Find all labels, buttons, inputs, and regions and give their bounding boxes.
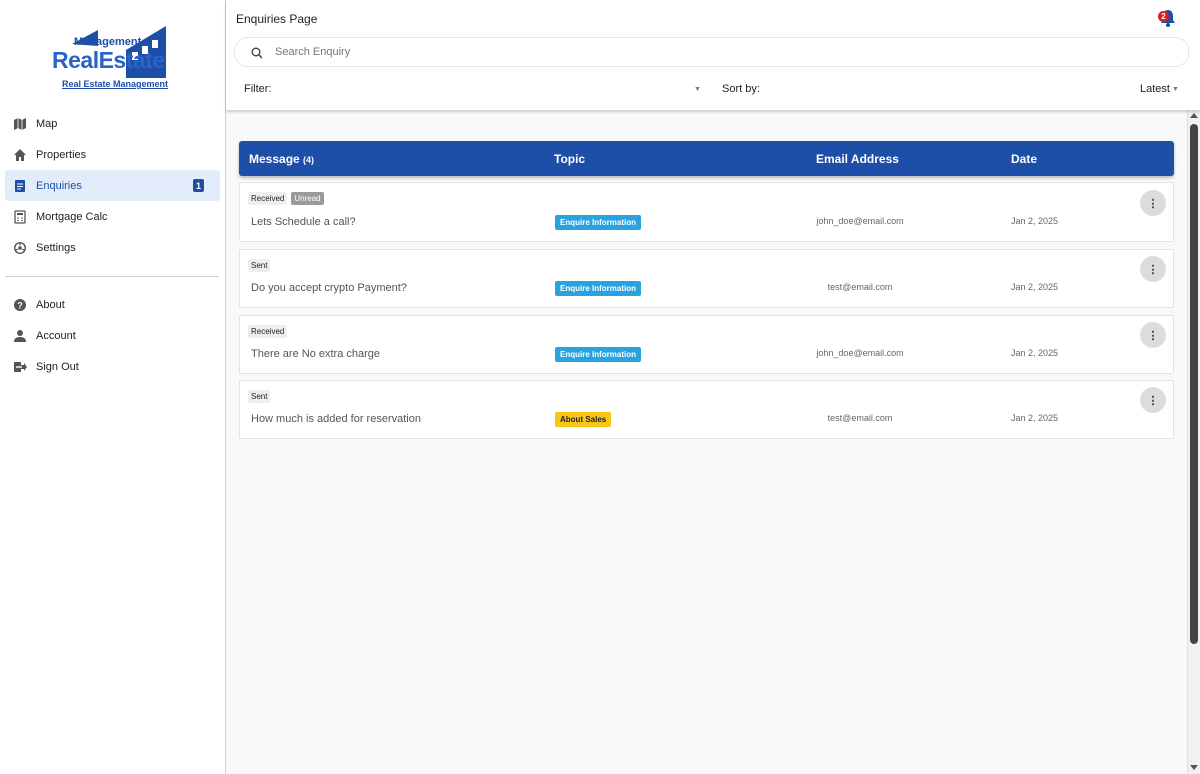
row-date: Jan 2, 2025: [1011, 413, 1059, 423]
status-badge: Sent: [248, 259, 271, 272]
column-header-topic: Topic: [554, 152, 586, 166]
filter-dropdown-caret-icon[interactable]: ▼: [694, 86, 701, 93]
vertical-scrollbar[interactable]: [1187, 110, 1200, 774]
calculator-icon: [13, 209, 27, 224]
row-tags: Received: [248, 325, 288, 338]
status-badge: Received: [248, 192, 288, 205]
search-input[interactable]: [275, 46, 875, 58]
row-date: Jan 2, 2025: [1011, 282, 1059, 292]
sidebar-item-label: Account: [36, 329, 76, 342]
more-options-icon[interactable]: ⋮: [1140, 322, 1166, 348]
sidebar-divider: [5, 276, 219, 277]
topic-badge: Enquire Information: [555, 347, 641, 362]
filter-label: Filter:: [244, 83, 272, 95]
document-icon: [13, 179, 27, 193]
row-message: Lets Schedule a call?: [251, 216, 356, 228]
more-options-icon[interactable]: ⋮: [1140, 190, 1166, 216]
sidebar-item-label: Properties: [36, 148, 87, 161]
enquiries-count-badge: 1: [193, 179, 204, 192]
sidebar: Management RealEstate Real Estate Manage…: [0, 0, 226, 774]
sidebar-item-label: Enquiries: [36, 179, 82, 192]
search-bar: [234, 37, 1189, 67]
sort-label: Sort by:: [722, 83, 760, 95]
row-email: test@email.com: [827, 282, 893, 292]
table-row[interactable]: Received There are No extra charge Enqui…: [239, 315, 1174, 374]
table-row[interactable]: Sent How much is added for reservation A…: [239, 380, 1174, 439]
topic-badge: Enquire Information: [555, 215, 641, 230]
topic-badge: Enquire Information: [555, 281, 641, 296]
sidebar-item-sign-out[interactable]: Sign Out: [5, 351, 220, 382]
row-date: Jan 2, 2025: [1011, 216, 1059, 226]
sidebar-item-about[interactable]: ? About: [5, 289, 220, 320]
scroll-up-arrow-icon[interactable]: [1190, 113, 1198, 118]
logo-main-text: RealEstate: [52, 47, 165, 73]
sort-dropdown-caret-icon[interactable]: ▼: [1172, 86, 1179, 93]
sidebar-item-mortgage-calc[interactable]: Mortgage Calc: [5, 201, 220, 232]
status-badge: Received: [248, 325, 288, 338]
sidebar-item-label: Sign Out: [36, 360, 79, 373]
status-badge: Sent: [248, 390, 271, 403]
row-message: There are No extra charge: [251, 348, 381, 360]
svg-text:?: ?: [17, 300, 23, 310]
row-tags: Received Unread: [248, 192, 324, 205]
row-message: Do you accept crypto Payment?: [251, 282, 407, 294]
row-message: How much is added for reservation: [251, 413, 421, 425]
unread-badge: Unread: [291, 192, 324, 205]
table-row[interactable]: Sent Do you accept crypto Payment? Enqui…: [239, 249, 1174, 308]
sidebar-item-label: Mortgage Calc: [36, 210, 108, 223]
logo[interactable]: Management RealEstate Real Estate Manage…: [48, 22, 184, 92]
notification-count-badge: 2: [1158, 11, 1169, 22]
person-icon: [13, 329, 27, 343]
page-title: Enquiries Page: [236, 12, 318, 26]
settings-icon: [13, 241, 27, 255]
sign-out-icon: [13, 360, 27, 374]
sidebar-main-nav: Map Properties Enquiries 1 Mortgage Calc: [5, 108, 220, 263]
logo-subtitle[interactable]: Real Estate Management: [62, 79, 168, 89]
sidebar-item-account[interactable]: Account: [5, 320, 220, 351]
row-email: john_doe@email.com: [816, 348, 904, 358]
sidebar-item-enquiries[interactable]: Enquiries 1: [5, 170, 220, 201]
sidebar-item-settings[interactable]: Settings: [5, 232, 220, 263]
sidebar-bottom-nav: ? About Account Sign Out: [5, 289, 220, 382]
row-tags: Sent: [248, 259, 271, 272]
row-email: john_doe@email.com: [816, 216, 904, 226]
help-icon: ?: [13, 298, 27, 312]
table-header: Message (4) Topic Email Address Date: [239, 141, 1174, 176]
search-icon: [251, 46, 263, 59]
sidebar-item-label: Settings: [36, 241, 76, 254]
row-date: Jan 2, 2025: [1011, 348, 1059, 358]
scrollbar-thumb[interactable]: [1190, 124, 1198, 644]
top-header: Enquiries Page 2 Filter: ▼ Sort by: Late…: [226, 0, 1200, 110]
main-content: Message (4) Topic Email Address Date Rec…: [226, 110, 1187, 774]
row-tags: Sent: [248, 390, 271, 403]
message-count: (4): [303, 155, 315, 165]
row-email: test@email.com: [827, 413, 893, 423]
sidebar-item-properties[interactable]: Properties: [5, 139, 220, 170]
table-row[interactable]: Received Unread Lets Schedule a call? En…: [239, 182, 1174, 242]
sidebar-item-label: About: [36, 298, 65, 311]
map-icon: [13, 117, 27, 131]
scroll-down-arrow-icon[interactable]: [1190, 765, 1198, 770]
more-options-icon[interactable]: ⋮: [1140, 256, 1166, 282]
sort-select[interactable]: Latest: [1140, 83, 1170, 95]
column-header-message: Message (4): [249, 152, 315, 166]
sidebar-item-map[interactable]: Map: [5, 108, 220, 139]
topic-badge: About Sales: [555, 412, 612, 427]
more-options-icon[interactable]: ⋮: [1140, 387, 1166, 413]
sidebar-item-label: Map: [36, 117, 58, 130]
column-header-date: Date: [1011, 152, 1038, 166]
column-header-email: Email Address: [816, 152, 899, 166]
home-icon: [13, 148, 27, 162]
